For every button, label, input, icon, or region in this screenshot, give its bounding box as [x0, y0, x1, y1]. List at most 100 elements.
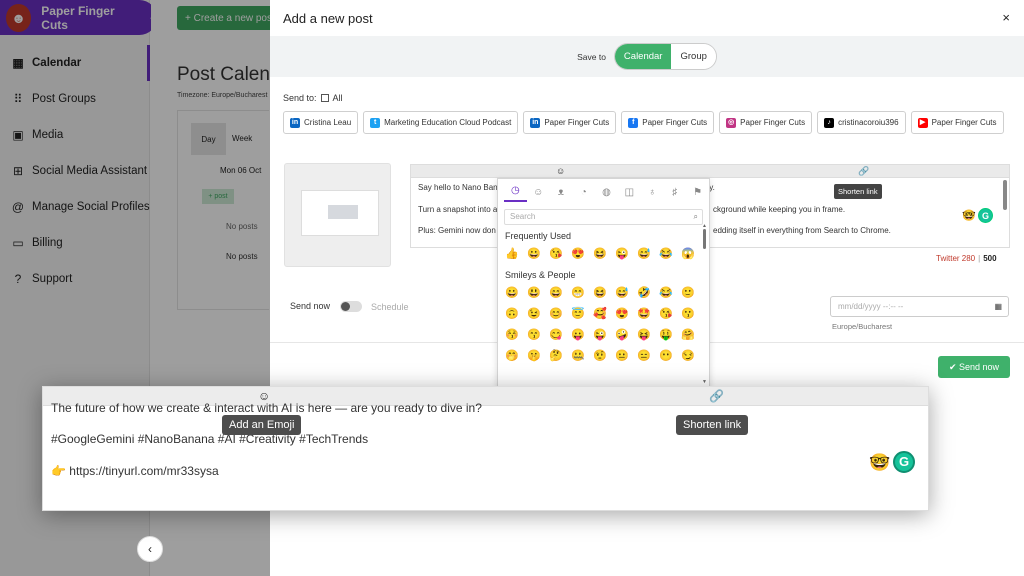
flag-icon[interactable]: ⚑ — [686, 187, 709, 198]
save-to-group-button[interactable]: Group — [671, 44, 716, 69]
emoji[interactable]: 😘 — [659, 307, 681, 320]
emoji-row: 🙃 😉 😊 😇 🥰 😍 🤩 😘 😗 — [498, 303, 709, 324]
account-chip[interactable]: in Cristina Leau — [283, 111, 359, 134]
emoji[interactable]: 😃 — [527, 286, 549, 299]
shorten-link-tooltip: Shorten link — [676, 415, 749, 435]
media-thumbnail[interactable] — [284, 163, 391, 267]
car-icon[interactable]: ◫ — [618, 187, 641, 198]
section-title: Smileys & People — [505, 270, 576, 280]
editor-scrollbar[interactable] — [1003, 180, 1007, 210]
emoji[interactable]: 🤪 — [615, 328, 637, 341]
account-chip[interactable]: t Marketing Education Cloud Podcast — [363, 111, 519, 134]
emoji[interactable]: 😍 — [615, 307, 637, 320]
grammarly-icon[interactable]: G — [978, 208, 993, 223]
food-icon[interactable]: ◔ — [572, 187, 595, 198]
emoji[interactable]: 😛 — [571, 328, 593, 341]
emoji[interactable]: 😋 — [549, 328, 571, 341]
emoji[interactable]: 😅 — [637, 247, 659, 260]
schedule-datetime-input[interactable]: mm/dd/yyyy --:-- -- ▦ — [830, 296, 1009, 317]
symbols-icon[interactable]: ♯ — [663, 187, 686, 198]
linkedin-icon: in — [290, 117, 300, 128]
emoji[interactable]: 🤩 — [637, 307, 659, 320]
emoji[interactable]: 😏 — [681, 349, 703, 362]
nerd-emoji-icon[interactable]: 🤓 — [869, 453, 890, 473]
emoji[interactable]: 😇 — [571, 307, 593, 320]
emoji[interactable]: 🤨 — [593, 349, 615, 362]
emoji[interactable]: 😶 — [659, 349, 681, 362]
emoji[interactable]: 😆 — [593, 286, 615, 299]
calendar-icon[interactable]: ▦ — [994, 297, 1002, 316]
collapse-sidebar-button[interactable]: ‹ — [137, 536, 163, 562]
save-to-calendar-button[interactable]: Calendar — [614, 44, 672, 69]
link-icon[interactable]: 🔗 — [858, 166, 869, 177]
emoji[interactable]: 🤑 — [659, 328, 681, 341]
ball-icon[interactable]: ◍ — [595, 187, 618, 198]
account-chip[interactable]: f Paper Finger Cuts — [621, 111, 715, 134]
select-all-checkbox[interactable] — [320, 94, 329, 102]
emoji[interactable]: 🤫 — [527, 349, 549, 362]
emoji[interactable]: 😀 — [527, 247, 549, 260]
emoji[interactable]: 😄 — [549, 286, 571, 299]
emoji-row: 🤭 🤫 🤔 🤐 🤨 😐 😑 😶 😏 — [498, 345, 709, 366]
emoji[interactable]: 😆 — [593, 247, 615, 260]
tiktok-icon: ♪ — [824, 117, 835, 128]
emoji[interactable]: 😊 — [549, 307, 571, 320]
bulb-icon[interactable]: ♁ — [641, 187, 664, 198]
emoji[interactable]: 😂 — [659, 247, 681, 260]
search-placeholder: Search — [510, 212, 536, 221]
emoji[interactable]: 😗 — [681, 307, 703, 320]
smiley-icon[interactable]: ☺ — [527, 187, 550, 198]
account-name: Paper Finger Cuts — [740, 118, 806, 127]
emoji[interactable]: 🥰 — [593, 307, 615, 320]
grammarly-icon[interactable]: G — [893, 451, 915, 473]
emoji[interactable]: 😉 — [527, 307, 549, 320]
emoji[interactable]: 😝 — [637, 328, 659, 341]
emoji[interactable]: 🙃 — [505, 307, 527, 320]
picker-scrollbar[interactable] — [703, 229, 706, 249]
send-now-button[interactable]: ✔ Send now — [938, 356, 1010, 378]
emoji[interactable]: 😐 — [615, 349, 637, 362]
emoji[interactable]: 👍 — [505, 247, 527, 260]
emoji[interactable]: 😘 — [549, 247, 571, 260]
twitter-icon: t — [370, 117, 381, 128]
emoji[interactable]: 😜 — [593, 328, 615, 341]
emoji[interactable]: 😑 — [637, 349, 659, 362]
send-to-label: Send to: — [283, 93, 317, 103]
account-chip[interactable]: ▶ Paper Finger Cuts — [910, 111, 1004, 134]
emoji[interactable]: 🤣 — [637, 286, 659, 299]
emoji[interactable]: 🤭 — [505, 349, 527, 362]
account-name: Marketing Education Cloud Podcast — [384, 118, 512, 127]
emoji[interactable]: 😱 — [681, 247, 703, 260]
zoomed-text-line: 👉 https://tinyurl.com/mr33sysa — [51, 464, 219, 478]
emoji[interactable]: 😂 — [659, 286, 681, 299]
emoji[interactable]: 😅 — [615, 286, 637, 299]
send-now-toggle[interactable] — [340, 301, 362, 312]
emoji-icon[interactable]: ☺ — [556, 166, 565, 176]
account-chip[interactable]: ◎ Paper Finger Cuts — [719, 111, 813, 134]
save-to-toggle: Calendar Group — [613, 43, 717, 70]
send-to-row: Send to: All — [283, 93, 343, 103]
emoji[interactable]: 🙂 — [681, 286, 703, 299]
emoji[interactable]: 🤔 — [549, 349, 571, 362]
emoji[interactable]: 😀 — [505, 286, 527, 299]
scroll-down-icon[interactable]: ▼ — [702, 379, 707, 385]
emoji[interactable]: 😚 — [505, 328, 527, 341]
modal-title: Add a new post — [283, 10, 373, 26]
save-to-bar: Save to Calendar Group — [270, 36, 1024, 77]
animal-icon[interactable]: ᴥ — [550, 187, 573, 198]
emoji[interactable]: 😜 — [615, 247, 637, 260]
all-label: All — [332, 93, 343, 103]
close-icon[interactable]: × — [1002, 10, 1010, 25]
account-chip[interactable]: in Paper Finger Cuts — [523, 111, 617, 134]
account-chip[interactable]: ♪ cristinacoroiu396 — [817, 111, 906, 134]
emoji[interactable]: 😍 — [571, 247, 593, 260]
clock-icon[interactable]: ◷ — [504, 182, 527, 202]
nerd-emoji-icon[interactable]: 🤓 — [962, 209, 976, 222]
emoji[interactable]: 🤐 — [571, 349, 593, 362]
emoji[interactable]: 😁 — [571, 286, 593, 299]
emoji[interactable]: 😙 — [527, 328, 549, 341]
emoji-row: 👍 😀 😘 😍 😆 😜 😅 😂 😱 — [498, 243, 709, 264]
emoji[interactable]: 🤗 — [681, 328, 703, 341]
emoji-search-input[interactable]: Search ⌕ — [504, 209, 703, 225]
link-icon[interactable]: 🔗 — [709, 389, 724, 403]
